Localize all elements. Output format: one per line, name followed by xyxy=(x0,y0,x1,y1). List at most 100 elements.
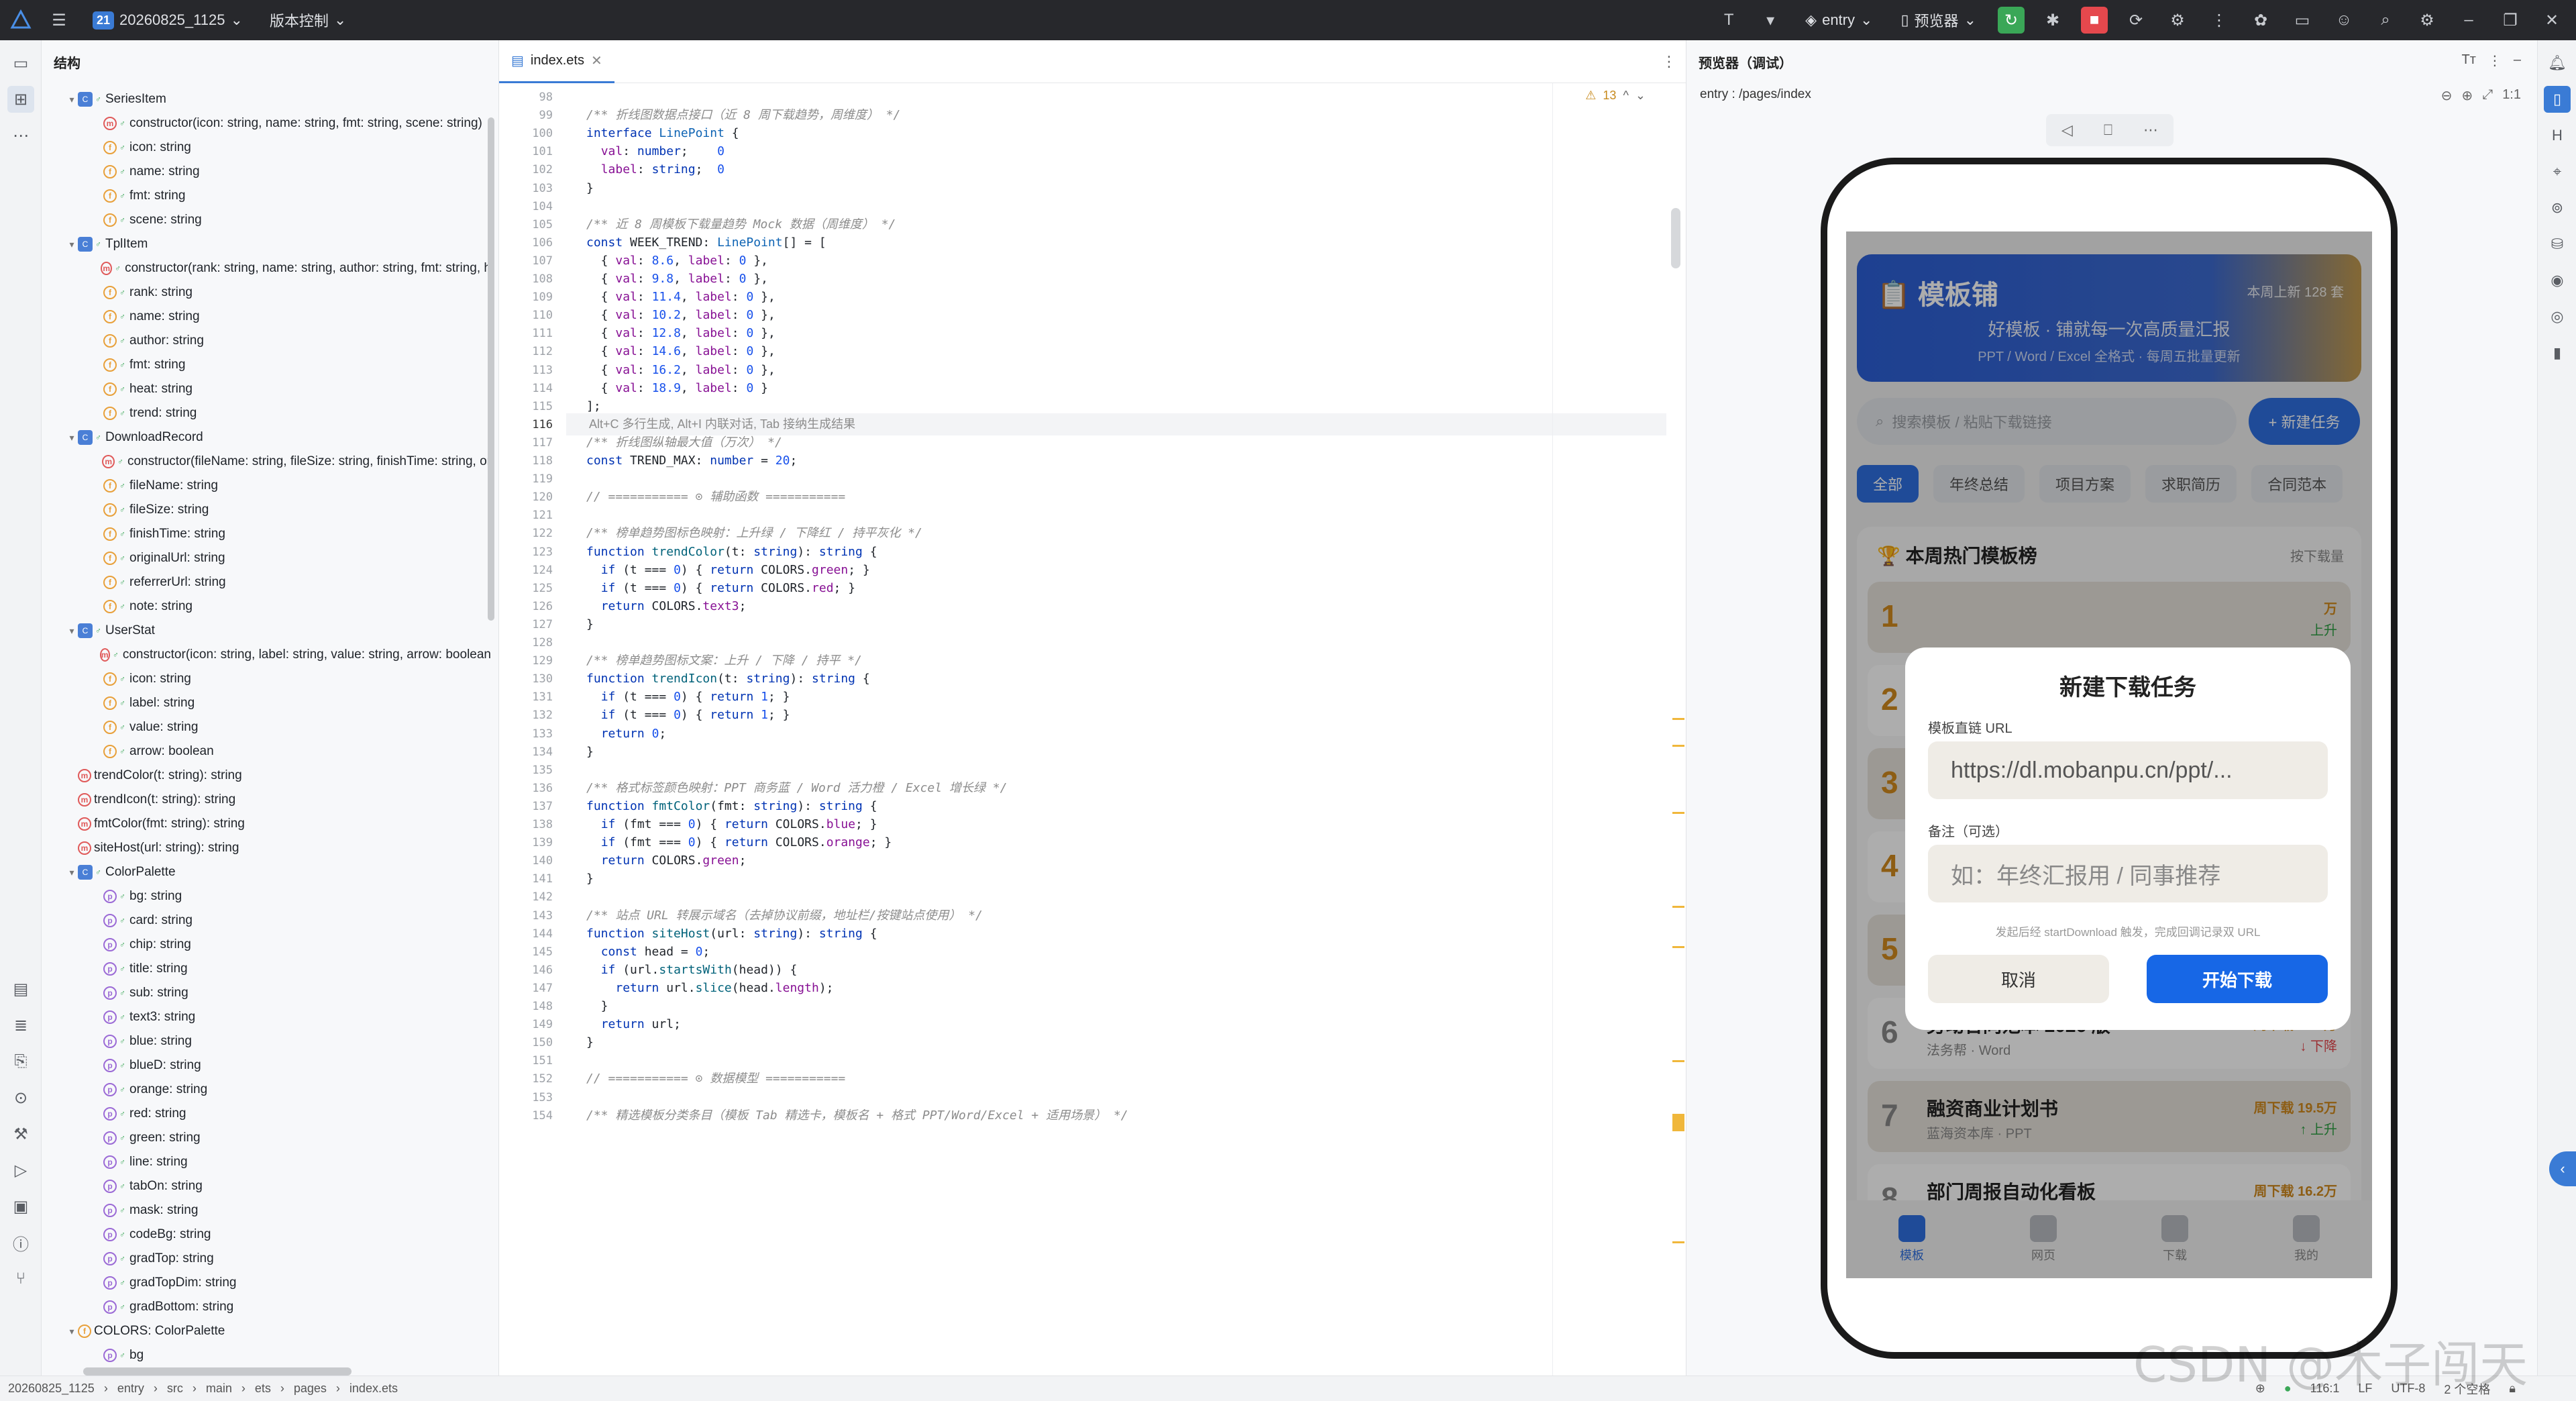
warning-marker[interactable] xyxy=(1672,946,1684,948)
expand-arrow-icon[interactable]: ▾ xyxy=(66,94,78,105)
folder-icon[interactable]: ▭ xyxy=(2289,7,2316,34)
inspector-icon[interactable]: ⌖ xyxy=(2544,158,2571,185)
warning-marker[interactable] xyxy=(1672,812,1684,814)
code-line[interactable]: } xyxy=(586,177,594,199)
tree-item[interactable]: ▾ C ♂ UserStat xyxy=(42,619,491,643)
build-icon[interactable]: ⚒ xyxy=(7,1121,34,1147)
project-selector[interactable]: 21 20260825_1125 ⌄ xyxy=(86,7,250,34)
project-folder-icon[interactable]: ▭ xyxy=(7,50,34,76)
tree-item[interactable]: p ♂ bg xyxy=(42,1343,491,1367)
breadcrumb-item[interactable]: src xyxy=(167,1382,183,1396)
note-input[interactable]: 如：年终汇报用 / 同事推荐 xyxy=(1928,845,2328,902)
plugin-icon[interactable]: ✿ xyxy=(2247,7,2274,34)
tree-item[interactable]: p ♂ orange: string xyxy=(42,1078,491,1102)
eye-icon[interactable]: ◎ xyxy=(2544,303,2571,330)
expand-arrow-icon[interactable]: ▾ xyxy=(66,625,78,637)
search-icon[interactable]: ⌕ xyxy=(2372,7,2399,34)
breadcrumb-item[interactable]: ets xyxy=(255,1382,271,1396)
breadcrumb-item[interactable]: pages xyxy=(294,1382,327,1396)
previewer-minimize-icon[interactable]: – xyxy=(2514,52,2521,69)
zoom-out-icon[interactable]: ⊖ xyxy=(2441,87,2453,104)
tree-item[interactable]: m ♂ constructor(icon: string, label: strin… xyxy=(42,643,491,667)
tree-item[interactable]: f ♂ referrerUrl: string xyxy=(42,570,491,594)
more-tools-icon[interactable]: ⋯ xyxy=(7,122,34,149)
tree-item[interactable]: p ♂ title: string xyxy=(42,957,491,981)
breadcrumb-item[interactable]: main xyxy=(206,1382,232,1396)
code-line[interactable]: return url.slice(head.length); xyxy=(586,977,833,999)
expand-arrow-icon[interactable]: ▾ xyxy=(66,432,78,444)
tree-item[interactable]: ▾ C ♂ ColorPalette xyxy=(42,860,491,884)
tree-item[interactable]: f ♂ trend: string xyxy=(42,401,491,425)
run-icon[interactable]: ↻ xyxy=(1998,7,2025,34)
expand-arrow-icon[interactable]: ▾ xyxy=(66,1326,78,1337)
tree-item[interactable]: ▾ C ♂ DownloadRecord xyxy=(42,425,491,450)
url-input[interactable]: https://dl.mobanpu.cn/ppt/... xyxy=(1928,741,2328,799)
tree-item[interactable]: f ♂ finishTime: string xyxy=(42,522,491,546)
expand-arrow-icon[interactable]: ▾ xyxy=(66,239,78,250)
cancel-button[interactable]: 取消 xyxy=(1928,955,2109,1003)
tree-item[interactable]: ▾ C ♂ SeriesItem xyxy=(42,87,491,111)
tree-item[interactable]: f ♂ scene: string xyxy=(42,208,491,232)
code-line[interactable]: } xyxy=(586,613,594,635)
tree-item[interactable]: p ♂ red: string xyxy=(42,1102,491,1126)
tree-item[interactable]: f ♂ label: string xyxy=(42,691,491,715)
stop-icon[interactable]: ■ xyxy=(2081,7,2108,34)
code-line[interactable]: } xyxy=(586,741,594,763)
previewer-icon[interactable]: ▯ xyxy=(2544,86,2571,113)
code-line[interactable]: { val: 18.9, label: 0 } xyxy=(586,377,768,399)
code-line[interactable]: label: string; 0 xyxy=(586,158,724,180)
tree-item[interactable]: f ♂ arrow: boolean xyxy=(42,739,491,764)
tree-item[interactable]: m trendColor(t: string): string xyxy=(42,764,491,788)
tree-item[interactable]: p ♂ blueD: string xyxy=(42,1053,491,1078)
editor-scrollbar[interactable] xyxy=(1671,208,1680,268)
tabs-more-icon[interactable]: ⋮ xyxy=(1662,53,1676,70)
hammer-icon[interactable]: ▾ xyxy=(1757,7,1784,34)
next-warning-icon[interactable]: ⌄ xyxy=(1635,89,1646,103)
actual-size-icon[interactable]: 1:1 xyxy=(2502,87,2521,104)
device-selector[interactable]: ▯ 预览器 ⌄ xyxy=(1894,7,1983,34)
reload-icon[interactable]: ⟳ xyxy=(2123,7,2149,34)
rotate-icon[interactable]: ⎕ xyxy=(2104,121,2112,139)
log-icon[interactable]: ≣ xyxy=(7,1012,34,1039)
warning-marker[interactable] xyxy=(1672,1060,1684,1062)
warning-marker[interactable] xyxy=(1672,718,1684,720)
settings-gear-icon[interactable]: ⚙ xyxy=(2414,7,2440,34)
tree-item[interactable]: m ♂ constructor(fileName: string, fileSize… xyxy=(42,450,491,474)
resource-icon[interactable]: ⊚ xyxy=(2544,195,2571,221)
tree-item[interactable]: p ♂ card: string xyxy=(42,909,491,933)
tree-item[interactable]: f ♂ note: string xyxy=(42,594,491,619)
terminal-panel-icon[interactable]: ▤ xyxy=(7,976,34,1002)
code-line[interactable]: const TREND_MAX: number = 20; xyxy=(586,450,797,472)
breadcrumb-item[interactable]: index.ets xyxy=(350,1382,398,1396)
tree-item[interactable]: f ♂ name: string xyxy=(42,305,491,329)
tree-item[interactable]: p ♂ text3: string xyxy=(42,1005,491,1029)
prev-warning-icon[interactable]: ^ xyxy=(1623,89,1628,103)
git-icon[interactable]: ⑂ xyxy=(7,1265,34,1292)
toolbar-more-icon[interactable]: ⋯ xyxy=(2143,121,2158,139)
tree-item[interactable]: p ♂ gradBottom: string xyxy=(42,1295,491,1319)
warning-marker[interactable] xyxy=(1672,745,1684,747)
structure-tree[interactable]: ▾ C ♂ SeriesItem m ♂ constructor(icon: string,… xyxy=(42,87,491,1401)
start-download-button[interactable]: 开始下载 xyxy=(2147,955,2328,1003)
tree-item[interactable]: f ♂ fmt: string xyxy=(42,184,491,208)
close-icon[interactable]: ✕ xyxy=(2538,7,2565,34)
code-line[interactable]: return COLORS.green; xyxy=(586,849,747,872)
close-tab-icon[interactable]: ✕ xyxy=(591,52,602,69)
fit-icon[interactable]: ⤢ xyxy=(2482,87,2493,104)
font-size-icon[interactable]: Tт xyxy=(2461,52,2475,69)
tree-item[interactable]: p ♂ tabOn: string xyxy=(42,1174,491,1198)
tree-item[interactable]: f ♂ icon: string xyxy=(42,136,491,160)
zoom-in-icon[interactable]: ⊕ xyxy=(2461,87,2473,104)
structure-icon[interactable]: ⊞ xyxy=(7,86,34,113)
tree-item[interactable]: p ♂ green: string xyxy=(42,1126,491,1150)
tree-item[interactable]: ▾ f COLORS: ColorPalette xyxy=(42,1319,491,1343)
tree-item[interactable]: f ♂ value: string xyxy=(42,715,491,739)
code-line[interactable]: } xyxy=(586,1031,594,1053)
vcs-menu[interactable]: 版本控制 ⌄ xyxy=(263,7,353,34)
code-line[interactable]: } xyxy=(586,868,594,890)
code-line[interactable]: return 0; xyxy=(586,723,667,745)
tree-item[interactable]: f ♂ fileName: string xyxy=(42,474,491,498)
tree-item[interactable]: m ♂ constructor(icon: string, name: string… xyxy=(42,111,491,136)
notifications-icon[interactable]: 🔔︎ xyxy=(2544,50,2571,76)
restore-icon[interactable]: ❐ xyxy=(2497,7,2524,34)
